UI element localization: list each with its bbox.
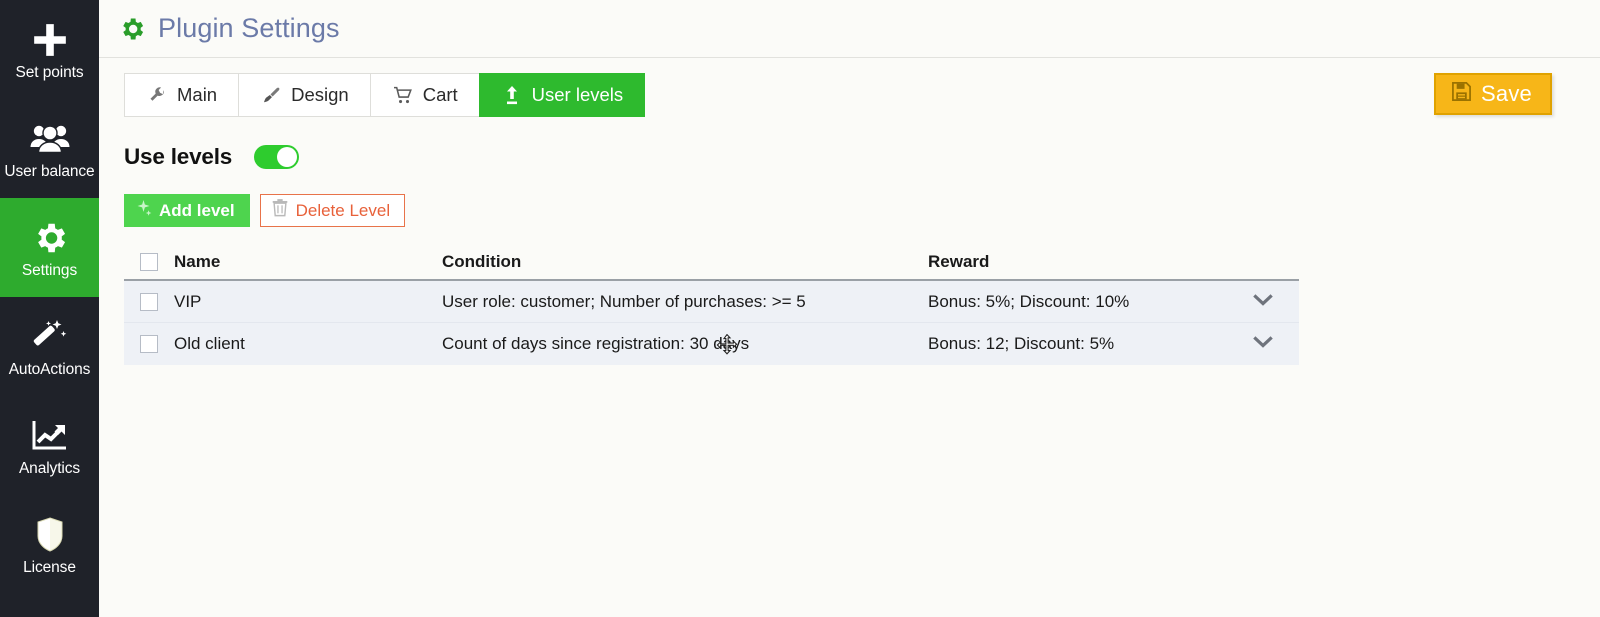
cell-reward: Bonus: 5%; Discount: 10% — [928, 291, 1130, 311]
row-checkbox[interactable] — [140, 292, 158, 311]
gear-icon — [118, 15, 146, 43]
select-all-cell — [124, 253, 174, 271]
use-levels-label: Use levels — [124, 144, 233, 169]
upload-arrow-icon — [501, 85, 523, 105]
sidebar-item-user-balance[interactable]: User balance — [0, 99, 99, 198]
shield-icon — [24, 513, 76, 557]
level-actions-row: Add level Delete Level — [99, 194, 1600, 227]
cell-condition: User role: customer; Number of purchases… — [442, 291, 806, 311]
row-expand-button[interactable] — [1227, 293, 1299, 311]
add-level-label: Add level — [159, 200, 235, 220]
table-row[interactable]: Old client Count of days since registrat… — [124, 323, 1299, 365]
cell-condition: Count of days since registration: 30 day… — [442, 334, 750, 353]
tab-user-levels[interactable]: User levels — [478, 73, 646, 117]
select-all-checkbox[interactable] — [140, 253, 158, 271]
chevron-down-icon — [1253, 293, 1273, 311]
plus-sparkle-icon — [135, 199, 152, 222]
page-title: Plugin Settings — [158, 13, 340, 43]
sidebar-item-label: Settings — [21, 262, 78, 279]
tab-label: Cart — [422, 84, 458, 105]
app-window: Set points User balance Settings AutoAct… — [0, 0, 1600, 617]
tab-cart[interactable]: Cart — [369, 73, 479, 117]
column-header-condition: Condition — [442, 252, 522, 271]
row-expand-button[interactable] — [1227, 335, 1299, 353]
chart-line-icon — [24, 414, 76, 458]
sidebar-item-label: Set points — [15, 64, 84, 81]
table-row[interactable]: VIP User role: customer; Number of purch… — [124, 281, 1299, 323]
sidebar-item-label: AutoActions — [8, 361, 91, 378]
tab-design[interactable]: Design — [238, 73, 370, 117]
tab-label: User levels — [531, 84, 624, 105]
table-header-row: Name Condition Reward — [124, 245, 1299, 281]
delete-level-label: Delete Level — [295, 200, 391, 220]
sidebar-item-license[interactable]: License — [0, 495, 99, 594]
sidebar-nav: Set points User balance Settings AutoAct… — [0, 0, 99, 617]
toggle-knob — [277, 147, 298, 167]
tab-main[interactable]: Main — [124, 73, 239, 117]
cell-name: Old client — [174, 334, 245, 353]
sidebar-item-label: User balance — [4, 163, 95, 180]
shopping-cart-icon — [392, 86, 414, 104]
use-levels-row: Use levels — [99, 142, 1600, 172]
floppy-disk-icon — [1451, 81, 1472, 107]
gear-icon — [24, 216, 76, 260]
row-select-cell — [124, 292, 174, 311]
plus-icon — [24, 18, 76, 62]
tab-bar: Main Design Cart User levels — [124, 73, 1600, 117]
page-header: Plugin Settings — [99, 0, 1600, 58]
tab-label: Main — [177, 84, 218, 105]
column-header-name: Name — [174, 252, 221, 271]
cell-name: VIP — [174, 291, 202, 311]
sidebar-item-set-points[interactable]: Set points — [0, 0, 99, 99]
tab-label: Design — [291, 84, 349, 105]
chevron-down-icon — [1253, 335, 1273, 353]
save-button[interactable]: Save — [1434, 73, 1552, 115]
sidebar-item-analytics[interactable]: Analytics — [0, 396, 99, 495]
paintbrush-icon — [260, 86, 282, 105]
tabs-row: Main Design Cart User levels Save — [99, 73, 1600, 117]
column-header-reward: Reward — [928, 252, 990, 271]
save-button-label: Save — [1481, 81, 1532, 106]
sidebar-item-autoactions[interactable]: AutoActions — [0, 297, 99, 396]
use-levels-toggle[interactable] — [254, 145, 300, 169]
levels-table: Name Condition Reward VIP User role: cus… — [124, 245, 1299, 365]
delete-level-button[interactable]: Delete Level — [259, 194, 406, 227]
main-content: Plugin Settings Main Design Cart User le… — [99, 0, 1600, 617]
sidebar-item-label: License — [23, 559, 76, 576]
sidebar-item-settings[interactable]: Settings — [0, 198, 99, 297]
row-select-cell — [124, 335, 174, 353]
wrench-icon — [146, 86, 168, 104]
magic-wand-icon — [24, 315, 76, 359]
trash-icon — [272, 199, 288, 222]
users-icon — [24, 117, 76, 161]
row-checkbox[interactable] — [140, 335, 158, 353]
add-level-button[interactable]: Add level — [124, 194, 250, 227]
sidebar-item-label: Analytics — [18, 460, 81, 477]
cell-reward: Bonus: 12; Discount: 5% — [928, 334, 1115, 353]
